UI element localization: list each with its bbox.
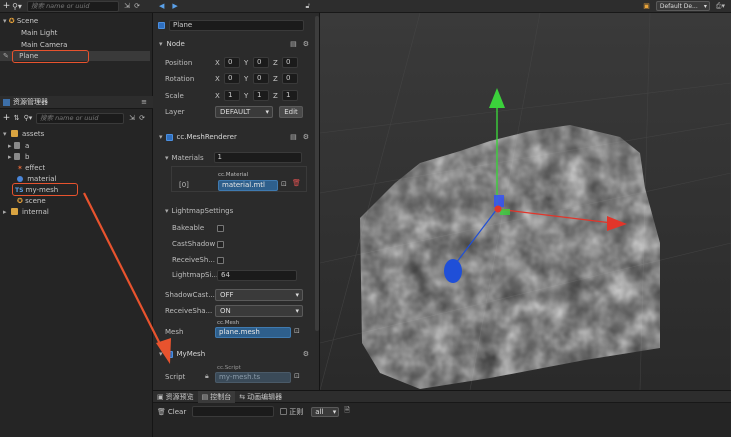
annotation-arrow [83,192,171,364]
